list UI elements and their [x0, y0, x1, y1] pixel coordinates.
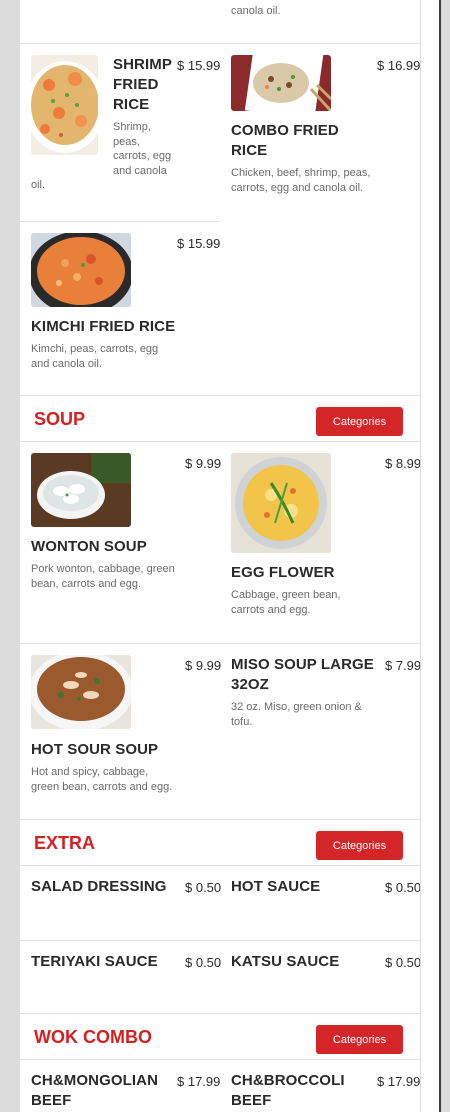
item-name: HOT SOUR SOUP — [31, 741, 159, 758]
item-name: KIMCHI FRIED RICE — [31, 318, 176, 335]
item-name: CH&MONGOLIAN BEEF — [31, 1072, 159, 1109]
item-price: $ 0.50 — [385, 880, 420, 895]
item-description: Cabbage, green bean, carrots and egg. — [231, 589, 341, 616]
item-description-tail: oil. — [31, 179, 46, 191]
item-name: WONTON SOUP — [31, 538, 147, 555]
item-price: $ 17.99 — [377, 1074, 420, 1089]
item-price: $ 7.99 — [385, 658, 420, 673]
section-divider — [20, 1013, 420, 1014]
item-description: Shrimp, peas, carrots, egg and canola — [113, 121, 172, 177]
item-price: $ 16.99 — [377, 58, 420, 73]
right-gutter — [421, 0, 439, 1112]
item-name: SHRIMP FRIED RICE — [113, 56, 172, 113]
section-divider — [20, 395, 420, 396]
egg-flower-soup-photo — [231, 453, 331, 553]
divider — [20, 865, 420, 866]
item-price: $ 0.50 — [185, 880, 222, 895]
section-divider — [20, 819, 420, 820]
item-price: $ 15.99 — [177, 236, 221, 251]
item-price: $ 8.99 — [385, 456, 420, 471]
item-description: canola oil. — [231, 5, 281, 17]
divider — [20, 43, 420, 44]
categories-button[interactable]: Categories — [316, 831, 403, 860]
item-name: TERIYAKI SAUCE — [31, 953, 158, 970]
item-description: Chicken, beef, shrimp, peas, carrots, eg… — [231, 167, 371, 194]
shrimp-fried-rice-photo — [31, 55, 98, 155]
wonton-soup-photo — [31, 453, 131, 527]
divider — [20, 221, 220, 222]
item-name: EGG FLOWER — [231, 564, 335, 581]
item-price: $ 9.99 — [185, 456, 222, 471]
item-description: Kimchi, peas, carrots, egg and canola oi… — [31, 343, 159, 370]
item-description: Hot and spicy, cabbage, green bean, carr… — [31, 766, 173, 793]
divider — [20, 643, 420, 644]
divider — [20, 1059, 420, 1060]
item-description: Pork wonton, cabbage, green bean, carrot… — [31, 563, 175, 590]
item-price: $ 17.99 — [177, 1074, 221, 1089]
categories-button[interactable]: Categories — [316, 407, 403, 436]
hot-sour-soup-photo — [31, 655, 131, 729]
item-price: $ 15.99 — [177, 58, 221, 73]
section-title-extra: EXTRA — [34, 833, 96, 853]
item-name: MISO SOUP LARGE 32OZ — [231, 656, 374, 693]
item-name: HOT SAUCE — [231, 878, 321, 895]
item-name: KATSU SAUCE — [231, 953, 340, 970]
divider — [20, 441, 420, 442]
window-edge — [439, 0, 441, 1112]
item-name: COMBO FRIED RICE — [231, 122, 339, 159]
item-name: CH&BROCCOLI BEEF — [231, 1072, 345, 1109]
item-price: $ 0.50 — [185, 955, 222, 970]
item-price: $ 9.99 — [185, 658, 222, 673]
menu-panel[interactable]: canola oil. SHRIMP FRIED RICE $ 15.99 Sh… — [20, 0, 420, 1112]
categories-button[interactable]: Categories — [316, 1025, 403, 1054]
divider — [20, 940, 420, 941]
item-name: SALAD DRESSING — [31, 878, 167, 895]
item-price: $ 0.50 — [385, 955, 420, 970]
section-title-wok-combo: WOK COMBO — [34, 1027, 152, 1047]
kimchi-fried-rice-photo — [31, 233, 131, 307]
section-title-soup: SOUP — [34, 409, 86, 429]
item-description: 32 oz. Miso, green onion & tofu. — [231, 701, 362, 728]
combo-fried-rice-photo — [231, 55, 331, 111]
